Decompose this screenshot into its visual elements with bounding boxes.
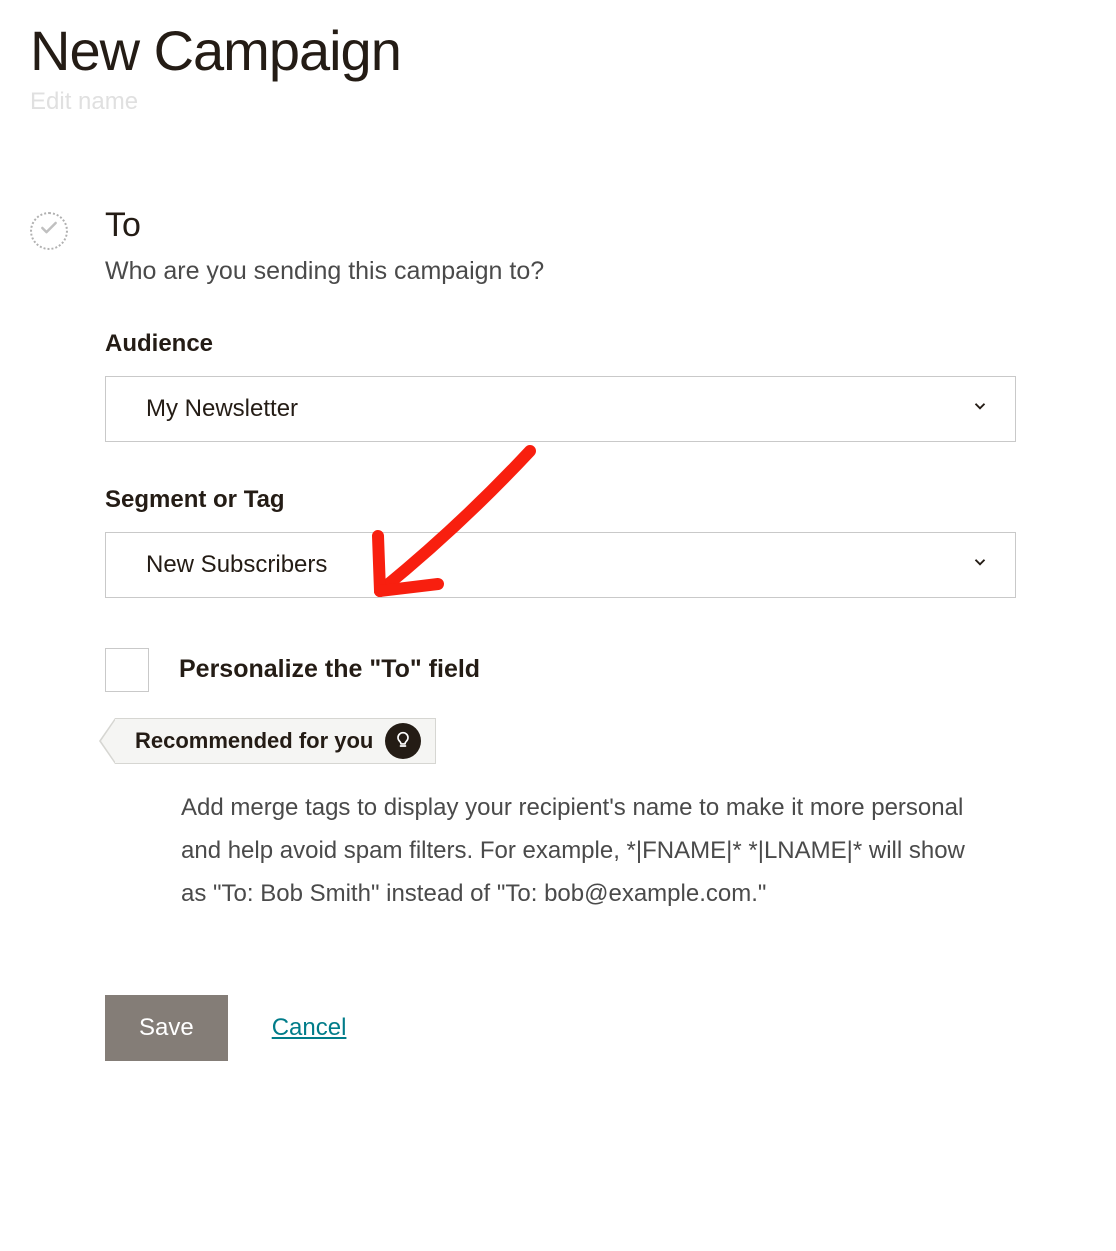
cancel-link[interactable]: Cancel (272, 1014, 347, 1042)
recommended-label: Recommended for you (135, 728, 373, 754)
segment-value: New Subscribers (146, 551, 327, 579)
personalize-checkbox[interactable] (105, 648, 149, 692)
to-content: To Who are you sending this campaign to?… (105, 206, 1086, 1062)
audience-select[interactable]: My Newsletter (105, 376, 1016, 442)
recommended-tag: Recommended for you (115, 718, 436, 764)
status-column (30, 206, 105, 1062)
to-subheading: Who are you sending this campaign to? (105, 257, 1016, 286)
to-heading: To (105, 206, 1016, 245)
page-title: New Campaign (30, 20, 1086, 82)
personalize-label: Personalize the "To" field (179, 655, 480, 684)
recommended-row: Recommended for you (115, 718, 1016, 764)
chevron-down-icon (971, 397, 989, 420)
segment-label: Segment or Tag (105, 486, 1016, 514)
segment-select[interactable]: New Subscribers (105, 532, 1016, 598)
recommended-description: Add merge tags to display your recipient… (181, 786, 1016, 916)
save-button[interactable]: Save (105, 995, 228, 1061)
check-icon (39, 218, 59, 243)
chevron-down-icon (971, 553, 989, 576)
audience-value: My Newsletter (146, 395, 298, 423)
action-row: Save Cancel (105, 995, 1016, 1061)
audience-label: Audience (105, 330, 1016, 358)
personalize-row: Personalize the "To" field (105, 648, 1016, 692)
status-indicator (30, 212, 68, 250)
to-section: To Who are you sending this campaign to?… (30, 206, 1086, 1062)
lightbulb-icon (385, 723, 421, 759)
edit-name-link[interactable]: Edit name (30, 88, 1086, 116)
